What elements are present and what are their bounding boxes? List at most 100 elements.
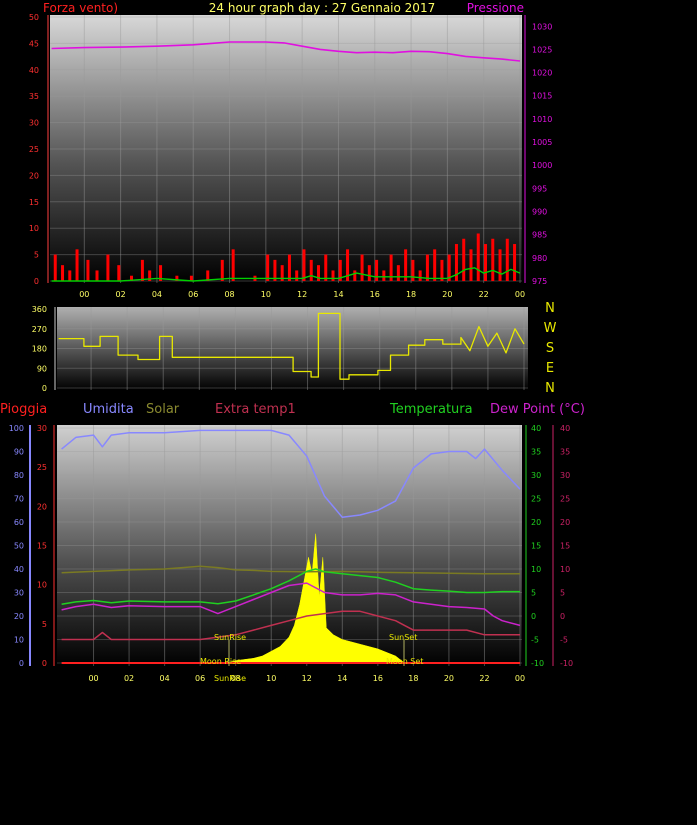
wind-tick-label: 25: [29, 145, 39, 154]
wind-bar: [433, 249, 437, 281]
legend: Pioggia Umidita Solar Extra temp1 Temper…: [0, 402, 585, 417]
wind-bar: [302, 249, 306, 281]
direction-tick-label: 180: [32, 345, 47, 354]
x-tick-label: 00: [515, 290, 525, 299]
x-tick-label: 00: [88, 674, 98, 683]
pressure-tick-label: 980: [532, 254, 547, 263]
x-tick-label: 18: [406, 290, 416, 299]
direction-label-w: W: [544, 321, 557, 336]
pressure-tick-label: 995: [532, 184, 547, 193]
temperature-tick-label: 10: [531, 565, 541, 574]
dew-point-tick-label: 40: [560, 424, 570, 433]
chart-title: 24 hour graph day : 27 Gennaio 2017: [209, 1, 435, 15]
dew-point-tick-label: 10: [560, 565, 570, 574]
wind-tick-label: 30: [29, 119, 39, 128]
moonset-label: Moon Set: [386, 657, 423, 666]
legend-temperature: Temperatura: [389, 402, 473, 417]
direction-tick-label: 360: [32, 305, 47, 314]
legend-solar: Solar: [146, 402, 180, 417]
temperature-tick-label: 5: [531, 589, 536, 598]
rain-tick-label: 20: [37, 502, 47, 511]
wind-bar: [295, 270, 299, 281]
wind-bar: [231, 249, 235, 281]
direction-tick-label: 0: [42, 384, 47, 393]
humidity-tick-label: 80: [14, 471, 24, 480]
wind-tick-label: 35: [29, 92, 39, 101]
pressure-tick-label: 1015: [532, 92, 552, 101]
wind-bar: [68, 270, 72, 281]
temperature-tick-label: 25: [531, 495, 541, 504]
x-tick-label: 02: [124, 674, 134, 683]
humidity-tick-label: 20: [14, 612, 24, 621]
wind-axis-label: Forza vento): [43, 1, 118, 15]
direction-label-e: E: [546, 361, 554, 376]
pressure-tick-label: 990: [532, 208, 547, 217]
direction-tick-label: 90: [37, 364, 47, 373]
humidity-tick-label: 90: [14, 448, 24, 457]
temperature-tick-label: 30: [531, 471, 541, 480]
pressure-tick-label: 1025: [532, 45, 552, 54]
dew-point-tick-label: 25: [560, 495, 570, 504]
wind-bar: [266, 254, 270, 281]
wind-bar: [396, 265, 400, 281]
x-tick-label: 10: [266, 674, 276, 683]
wind-bar: [220, 259, 224, 281]
x-tick-label: 16: [373, 674, 383, 683]
x-tick-label: 10: [261, 290, 271, 299]
x-tick-label: 20: [444, 674, 454, 683]
x-tick-label: 20: [442, 290, 452, 299]
sunset-label: SunSet: [389, 633, 417, 642]
wind-tick-label: 20: [29, 171, 39, 180]
temperature-tick-label: 15: [531, 542, 541, 551]
pressure-tick-label: 1000: [532, 161, 552, 170]
rain-tick-label: 15: [37, 542, 47, 551]
wind-bar: [462, 238, 466, 281]
legend-dew-point: Dew Point (°C): [490, 402, 585, 417]
x-tick-label: 02: [116, 290, 126, 299]
wind-bar: [324, 254, 328, 281]
wind-bar: [61, 265, 65, 281]
direction-tick-label: 270: [32, 325, 47, 334]
wind-bar: [360, 254, 364, 281]
direction-label-s: S: [546, 341, 554, 356]
rain-tick-label: 30: [37, 424, 47, 433]
wind-bar: [367, 265, 371, 281]
x-tick-label: 00: [79, 290, 89, 299]
dew-point-tick-label: 0: [560, 612, 565, 621]
wind-bar: [140, 259, 144, 281]
wind-bar: [117, 265, 121, 281]
pressure-tick-label: 1010: [532, 115, 552, 124]
moonrise-label: Moon Rise: [200, 657, 241, 666]
wind-tick-label: 50: [29, 13, 39, 22]
x-tick-label: 12: [297, 290, 307, 299]
wind-tick-label: 10: [29, 224, 39, 233]
legend-rain: Pioggia: [0, 402, 47, 417]
rain-tick-label: 5: [42, 620, 47, 629]
x-tick-label: 04: [152, 290, 162, 299]
pressure-axis-label: Pressione: [467, 1, 524, 15]
wind-bar: [505, 238, 509, 281]
temperature-humidity-panel: 00 02 04 06 08 10 12 14 16 18 20 22 0001020304050607…: [9, 424, 573, 683]
wind-bar: [484, 244, 488, 281]
wind-direction-axes: 360 270 180 90 0: [32, 305, 56, 393]
wind-bar: [469, 249, 473, 281]
rain-tick-label: 10: [37, 581, 47, 590]
legend-humidity: Umidita: [83, 402, 134, 417]
temperature-tick-label: 40: [531, 424, 541, 433]
wind-bar: [476, 233, 480, 281]
pressure-tick-label: 1005: [532, 138, 552, 147]
wind-tick-label: 0: [34, 277, 39, 286]
wind-bar: [425, 254, 429, 281]
wind-tick-label: 40: [29, 66, 39, 75]
pressure-tick-label: 1020: [532, 69, 552, 78]
dew-point-tick-label: -10: [560, 659, 573, 668]
legend-extra-temp: Extra temp1: [215, 402, 296, 417]
humidity-tick-label: 60: [14, 518, 24, 527]
temperature-tick-label: 35: [531, 448, 541, 457]
wind-bar: [75, 249, 79, 281]
humidity-tick-label: 30: [14, 589, 24, 598]
wind-pressure-panel: 00 02 04 06 08 10 12 14 16 18 20 22 0005101520253035…: [29, 13, 553, 299]
x-tick-label: 08: [224, 290, 234, 299]
temperature-tick-label: 0: [531, 612, 536, 621]
humidity-tick-label: 40: [14, 565, 24, 574]
